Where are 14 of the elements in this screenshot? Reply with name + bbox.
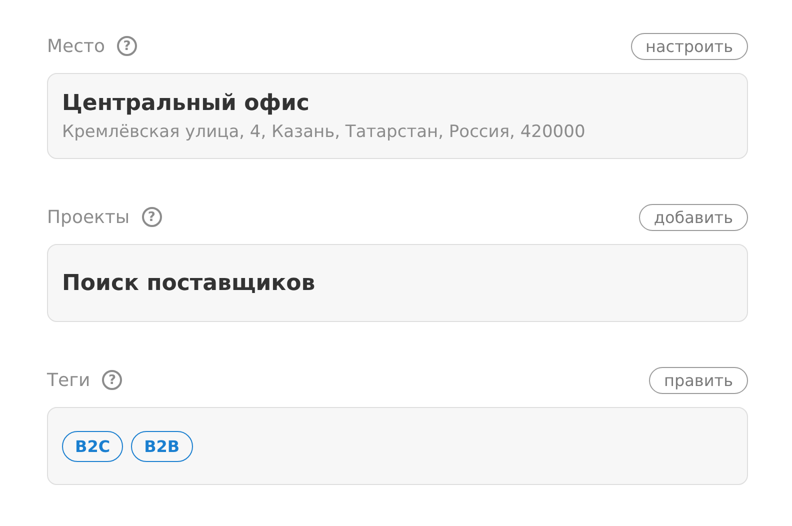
section-label: Теги <box>47 370 90 390</box>
tag[interactable]: B2C <box>62 430 124 462</box>
section-label: Место <box>47 36 105 56</box>
help-icon[interactable]: ? <box>102 370 122 390</box>
action-button[interactable]: править <box>649 366 748 394</box>
help-icon[interactable]: ? <box>117 36 137 56</box>
project-name: Поиск поставщиков <box>62 270 316 296</box>
place-address: Кремлёвская улица, 4, Казань, Татарстан, Россия, 420000 <box>62 122 586 142</box>
action-button[interactable]: настроить <box>630 32 748 60</box>
section-label: Проекты <box>47 206 130 228</box>
tag[interactable]: B2B <box>131 430 193 462</box>
help-icon[interactable]: ? <box>142 207 162 227</box>
action-button[interactable]: добавить <box>638 204 748 230</box>
place-title: Центральный офис <box>62 90 310 116</box>
